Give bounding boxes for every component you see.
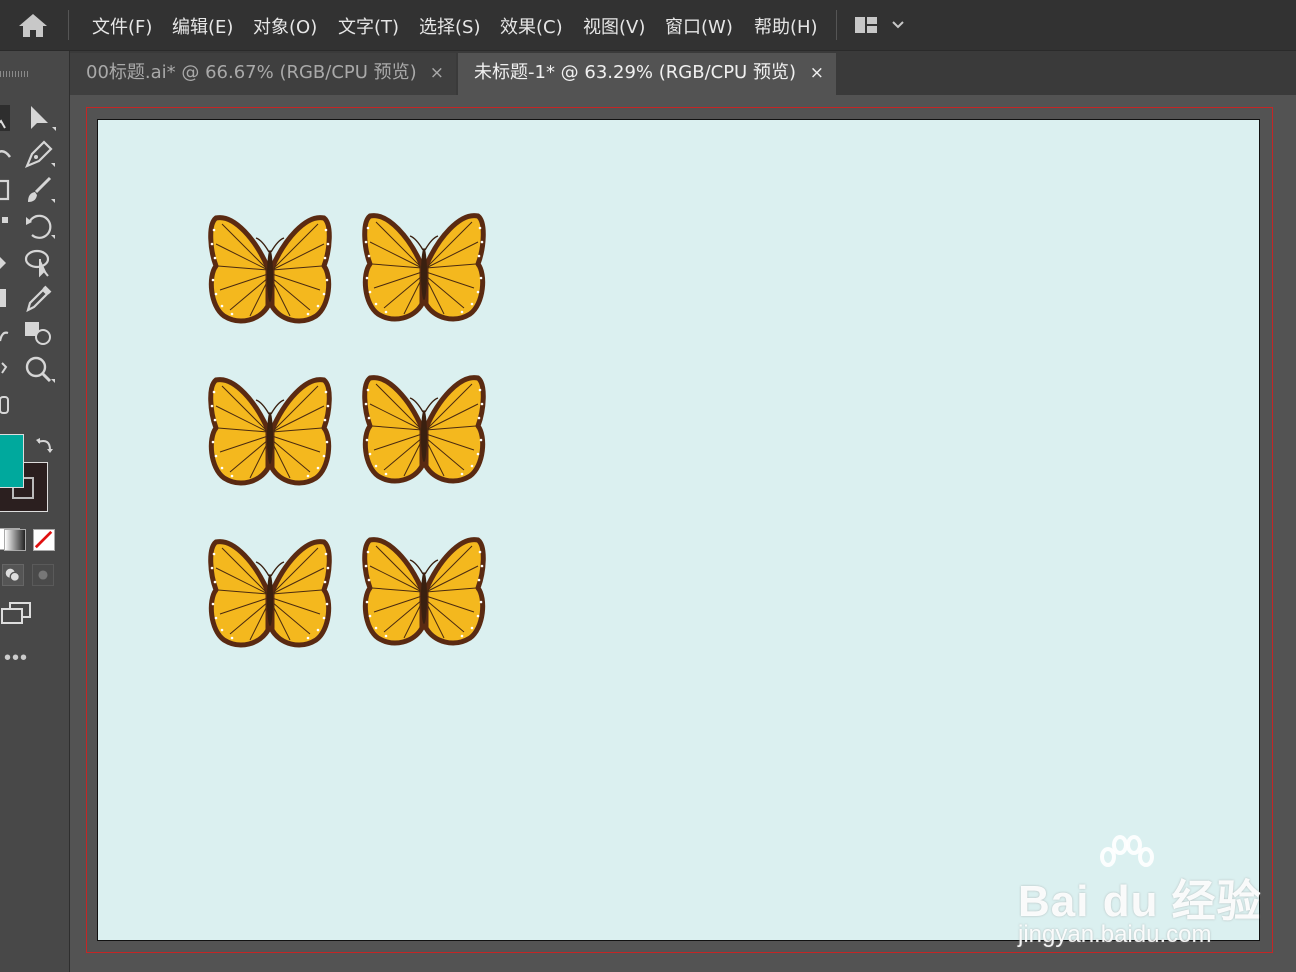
screen-mode-icon[interactable] [0, 600, 34, 626]
rectangle-icon[interactable] [0, 173, 14, 207]
more-tools-button[interactable]: ••• [4, 647, 28, 670]
home-icon[interactable] [14, 10, 52, 40]
watermark-url: jingyan.baidu.com [1018, 921, 1212, 948]
panel-grip[interactable] [0, 71, 28, 77]
menu-effect[interactable]: 效果(C) [500, 13, 563, 39]
draw-normal-icon[interactable] [2, 564, 24, 586]
menu-window[interactable]: 窗口(W) [665, 13, 733, 39]
menu-help[interactable]: 帮助(H) [754, 13, 818, 39]
artboard[interactable]: Bai du 经验 jingyan.baidu.com [97, 119, 1261, 948]
menu-type[interactable]: 文字(T) [338, 13, 399, 39]
tools-panel: ••• [0, 51, 70, 972]
document-tab-2[interactable]: 未标题-1* @ 63.29% (RGB/CPU 预览) × [458, 53, 836, 95]
menu-separator [68, 10, 69, 40]
menu-edit[interactable]: 编辑(E) [172, 13, 233, 39]
tab-label: 00标题.ai* @ 66.67% (RGB/CPU 预览) [86, 62, 417, 83]
menu-view[interactable]: 视图(V) [583, 13, 645, 39]
menu-separator [836, 10, 837, 40]
menu-object[interactable]: 对象(O) [253, 13, 317, 39]
free-transform-icon[interactable] [0, 317, 14, 351]
curvature-icon[interactable] [0, 137, 14, 171]
butterfly-illustration[interactable] [360, 532, 488, 650]
fill-color-swatch[interactable] [0, 434, 24, 488]
gradient-mode-button[interactable] [4, 529, 26, 551]
butterfly-illustration[interactable] [360, 370, 488, 488]
butterfly-illustration[interactable] [360, 208, 488, 326]
eyedropper-icon[interactable] [22, 281, 56, 315]
layout-icon [855, 17, 904, 33]
canvas-area[interactable]: Bai du 经验 jingyan.baidu.com [70, 95, 1296, 972]
tab-label: 未标题-1* @ 63.29% (RGB/CPU 预览) [474, 62, 796, 83]
puppet-warp-icon[interactable] [22, 245, 56, 279]
baidu-jingyan-watermark: Bai du 经验 jingyan.baidu.com [1018, 835, 1261, 948]
swap-fill-stroke-icon[interactable] [34, 434, 56, 456]
paintbrush-icon[interactable] [22, 173, 56, 207]
rotate-icon[interactable] [22, 209, 56, 243]
none-mode-button[interactable] [33, 529, 55, 551]
butterfly-illustration[interactable] [206, 210, 334, 328]
zoom-icon[interactable] [22, 353, 56, 387]
artboard-icon[interactable] [0, 353, 14, 387]
watermark-brand: Bai du 经验 [1018, 877, 1262, 926]
document-tab-bar: 00标题.ai* @ 66.67% (RGB/CPU 预览) × 未标题-1* … [70, 51, 1296, 95]
pen-icon[interactable] [22, 137, 56, 171]
workspace-switcher-button[interactable] [852, 12, 912, 38]
width-icon[interactable] [0, 281, 14, 315]
eraser-icon[interactable] [0, 245, 14, 279]
menu-select[interactable]: 选择(S) [419, 13, 480, 39]
butterfly-illustration[interactable] [206, 534, 334, 652]
tab-close-button[interactable]: × [810, 53, 824, 93]
draw-inside-icon[interactable] [32, 564, 54, 586]
shaper-icon[interactable] [0, 209, 14, 243]
shape-builder-icon[interactable] [22, 317, 56, 351]
menu-bar: 文件(F) 编辑(E) 对象(O) 文字(T) 选择(S) 效果(C) 视图(V… [0, 0, 1296, 51]
butterfly-illustration[interactable] [206, 372, 334, 490]
document-tab-1[interactable]: 00标题.ai* @ 66.67% (RGB/CPU 预览) × [70, 53, 456, 95]
menu-file[interactable]: 文件(F) [92, 13, 152, 39]
tab-close-button[interactable]: × [430, 53, 444, 93]
selection-icon[interactable] [0, 101, 14, 135]
hand-icon[interactable] [0, 389, 14, 423]
direct-selection-icon[interactable] [24, 101, 58, 135]
